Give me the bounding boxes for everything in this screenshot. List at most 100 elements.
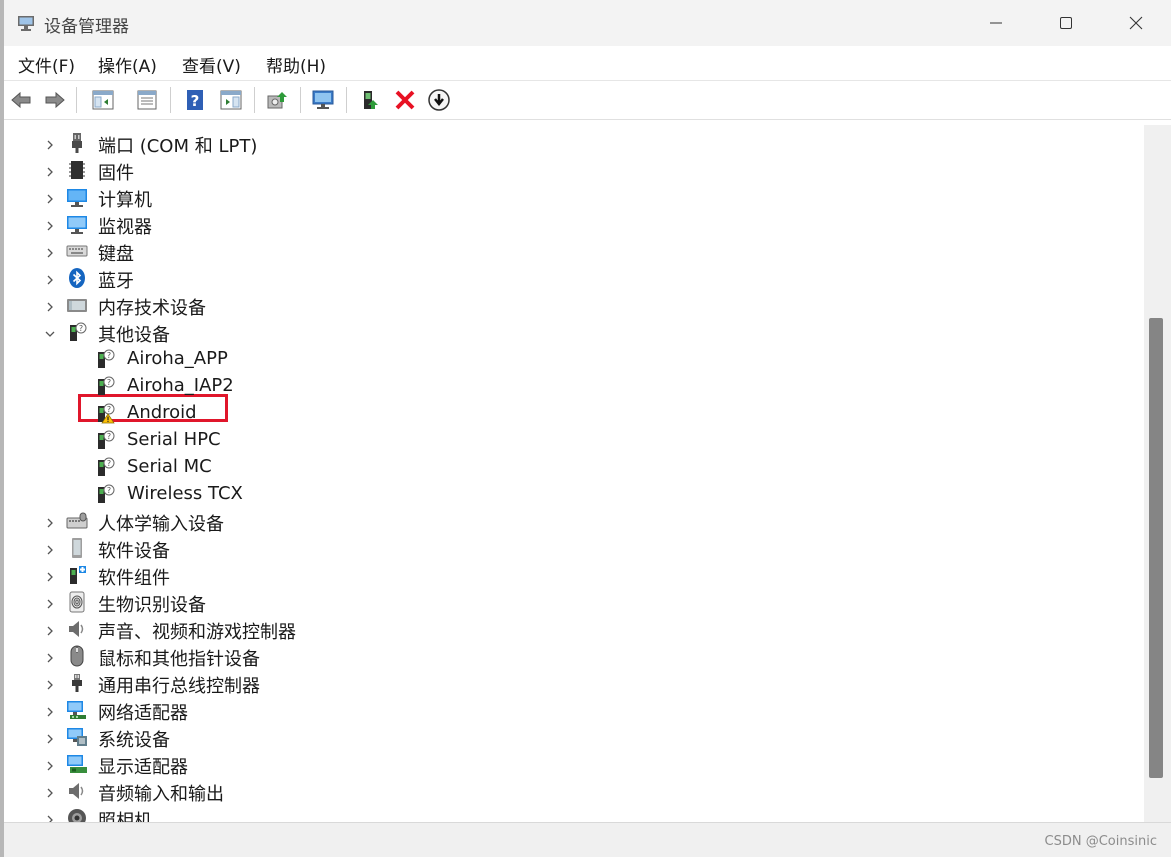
tree-category-item[interactable]: 照相机 [4, 804, 1144, 822]
tree-item-label: 软件组件 [98, 568, 170, 589]
tree-item-label: 通用串行总线控制器 [98, 676, 260, 697]
chevron-right-icon[interactable] [44, 730, 56, 744]
menu-action[interactable]: 操作(A) [96, 52, 159, 77]
show-hide-console-tree-icon [92, 90, 114, 110]
menu-view[interactable]: 查看(V) [180, 52, 243, 77]
tree-category-item[interactable]: 音频输入和输出 [4, 777, 1144, 805]
port-connector-icon [66, 132, 88, 154]
tree-item-label: 固件 [98, 163, 134, 184]
tree-category-item[interactable]: 监视器 [4, 210, 1144, 238]
help-icon: ? [187, 90, 203, 110]
tree-category-item[interactable]: 系统设备 [4, 723, 1144, 751]
tree-item-label: 内存技术设备 [98, 298, 206, 319]
chevron-down-icon[interactable] [44, 325, 56, 337]
tree-category-item[interactable]: 蓝牙 [4, 264, 1144, 292]
close-button[interactable] [1101, 0, 1171, 46]
chevron-right-icon[interactable] [44, 136, 56, 150]
chevron-right-icon[interactable] [44, 595, 56, 609]
tree-category-item[interactable]: 生物识别设备 [4, 588, 1144, 616]
tree-child-item[interactable]: ? Wireless TCX [4, 480, 1144, 507]
chevron-right-icon[interactable] [44, 622, 56, 636]
tree-item-label: 系统设备 [98, 730, 170, 751]
maximize-button[interactable] [1031, 0, 1101, 46]
back-button[interactable] [8, 87, 34, 113]
tree-item-label: Airoha_APP [127, 348, 228, 369]
tree-child-item[interactable]: ? Airoha_APP [4, 345, 1144, 372]
network-adapter-icon [66, 699, 88, 721]
tree-category-item[interactable]: 声音、视频和游戏控制器 [4, 615, 1144, 643]
chevron-right-icon[interactable] [44, 271, 56, 285]
tree-category-item[interactable]: 计算机 [4, 183, 1144, 211]
properties-button[interactable] [134, 87, 160, 113]
tree-category-item[interactable]: 网络适配器 [4, 696, 1144, 724]
tree-category-item[interactable]: 软件组件 [4, 561, 1144, 589]
forward-arrow-icon [45, 91, 65, 109]
tree-category-item[interactable]: 鼠标和其他指针设备 [4, 642, 1144, 670]
mouse-icon [66, 645, 88, 667]
tree-item-label: Airoha_IAP2 [127, 375, 234, 396]
chevron-right-icon[interactable] [44, 811, 56, 822]
title-bar[interactable]: 设备管理器 [4, 0, 1171, 46]
chevron-right-icon[interactable] [44, 298, 56, 312]
svg-text:?: ? [107, 405, 111, 414]
tree-child-item[interactable]: ? Serial HPC [4, 426, 1144, 453]
menu-file[interactable]: 文件(F) [16, 52, 77, 77]
uninstall-device-button[interactable] [392, 87, 418, 113]
tree-category-item[interactable]: 端口 (COM 和 LPT) [4, 129, 1144, 157]
forward-button[interactable] [42, 87, 68, 113]
tree-child-item[interactable]: ? Serial MC [4, 453, 1144, 480]
tree-category-item[interactable]: 显示适配器 [4, 750, 1144, 778]
tree-category-item[interactable]: 通用串行总线控制器 [4, 669, 1144, 697]
tree-child-item[interactable]: ? Airoha_IAP2 [4, 372, 1144, 399]
unknown-device-icon: ? [94, 348, 116, 370]
display-adapter-icon [66, 753, 88, 775]
chevron-right-icon[interactable] [44, 163, 56, 177]
tree-category-item[interactable]: 内存技术设备 [4, 291, 1144, 319]
show-hide-console-tree-button[interactable] [90, 87, 116, 113]
enable-device-icon [364, 91, 378, 109]
monitor-icon [66, 213, 88, 235]
memory-device-icon [66, 294, 88, 316]
disable-device-button[interactable] [426, 87, 452, 113]
firmware-chip-icon [66, 159, 88, 181]
tree-category-item[interactable]: 软件设备 [4, 534, 1144, 562]
tree-item-label: 监视器 [98, 217, 152, 238]
chevron-right-icon[interactable] [44, 676, 56, 690]
minimize-button[interactable] [961, 0, 1031, 46]
bluetooth-icon [66, 267, 88, 289]
toolbar-separator [346, 87, 347, 113]
tree-item-label: 生物识别设备 [98, 595, 206, 616]
help-button[interactable]: ? [182, 87, 208, 113]
chevron-right-icon[interactable] [44, 784, 56, 798]
tree-category-item[interactable]: 人体学输入设备 [4, 507, 1144, 535]
tree-category-item[interactable]: 键盘 [4, 237, 1144, 265]
chevron-right-icon[interactable] [44, 703, 56, 717]
chevron-right-icon[interactable] [44, 514, 56, 528]
chevron-right-icon[interactable] [44, 190, 56, 204]
device-tree[interactable]: 端口 (COM 和 LPT) 固件 计算机 监视器 键盘 蓝牙 内存技术设备? 其他设备? Ai… [4, 125, 1144, 822]
chevron-right-icon[interactable] [44, 568, 56, 582]
tree-child-item[interactable]: ? Android [4, 399, 1144, 426]
action-pane-button[interactable] [218, 87, 244, 113]
chevron-right-icon[interactable] [44, 217, 56, 231]
unknown-device-icon: ? [94, 456, 116, 478]
tree-category-item[interactable]: 固件 [4, 156, 1144, 184]
chevron-right-icon[interactable] [44, 244, 56, 258]
vertical-scrollbar-thumb[interactable] [1149, 318, 1163, 778]
tree-item-label: Serial HPC [127, 429, 221, 450]
fingerprint-icon [66, 591, 88, 613]
status-bar: CSDN @Coinsinic [4, 822, 1171, 857]
tree-item-label: 软件设备 [98, 541, 170, 562]
chevron-right-icon[interactable] [44, 541, 56, 555]
chevron-right-icon[interactable] [44, 757, 56, 771]
svg-text:?: ? [79, 324, 83, 333]
unknown-device-icon: ? [94, 483, 116, 505]
enable-device-button[interactable] [358, 87, 384, 113]
update-driver-button[interactable] [264, 87, 290, 113]
scan-hardware-changes-button[interactable] [310, 87, 336, 113]
tree-category-item[interactable]: ? 其他设备 [4, 318, 1144, 346]
menu-help[interactable]: 帮助(H) [264, 52, 328, 77]
chevron-right-icon[interactable] [44, 649, 56, 663]
device-manager-app-icon [16, 13, 36, 33]
usb-plug-icon [66, 672, 88, 694]
